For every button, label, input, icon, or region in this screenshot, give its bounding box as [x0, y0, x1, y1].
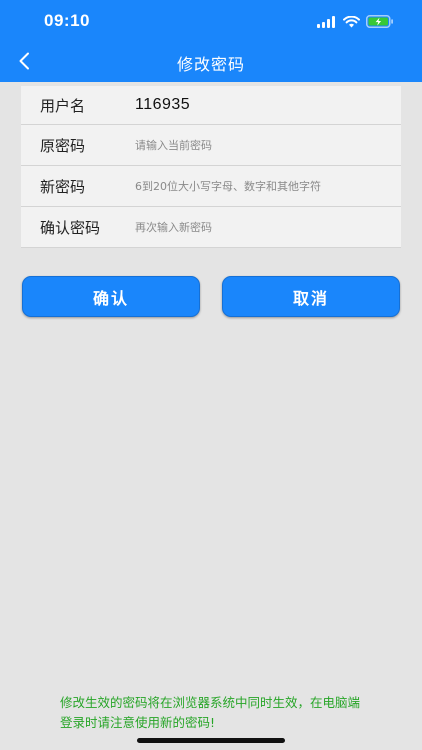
new-password-row: 新密码: [21, 166, 401, 207]
new-password-input[interactable]: [135, 172, 385, 200]
confirm-button[interactable]: 确认: [22, 276, 200, 317]
username-label: 用户名: [40, 96, 86, 115]
username-row: 用户名 116935: [21, 86, 401, 125]
signal-icon: [317, 13, 337, 32]
navigation-bar: 修改密码: [0, 44, 422, 82]
confirm-password-label: 确认密码: [40, 218, 101, 237]
old-password-label: 原密码: [40, 136, 86, 155]
page-title: 修改密码: [176, 55, 245, 74]
status-time: 09:10: [44, 11, 90, 30]
status-icons: [317, 14, 394, 30]
old-password-row: 原密码: [21, 125, 401, 166]
home-indicator[interactable]: [137, 738, 285, 743]
app-header: 09:10 修改密码: [0, 0, 422, 82]
username-value: 116935: [135, 96, 191, 113]
change-password-form: 用户名 116935 原密码 新密码 确认密码: [21, 86, 401, 248]
confirm-password-input[interactable]: [135, 213, 385, 241]
status-bar: 09:10: [0, 0, 422, 44]
password-notice: 修改生效的密码将在浏览器系统中同时生效，在电脑端登录时请注意使用新的密码!: [60, 695, 361, 730]
wifi-icon: [343, 13, 360, 32]
cancel-button[interactable]: 取消: [222, 276, 400, 317]
battery-charging-icon: [366, 13, 394, 32]
old-password-input[interactable]: [135, 131, 385, 159]
new-password-label: 新密码: [40, 177, 86, 196]
confirm-password-row: 确认密码: [21, 207, 401, 248]
